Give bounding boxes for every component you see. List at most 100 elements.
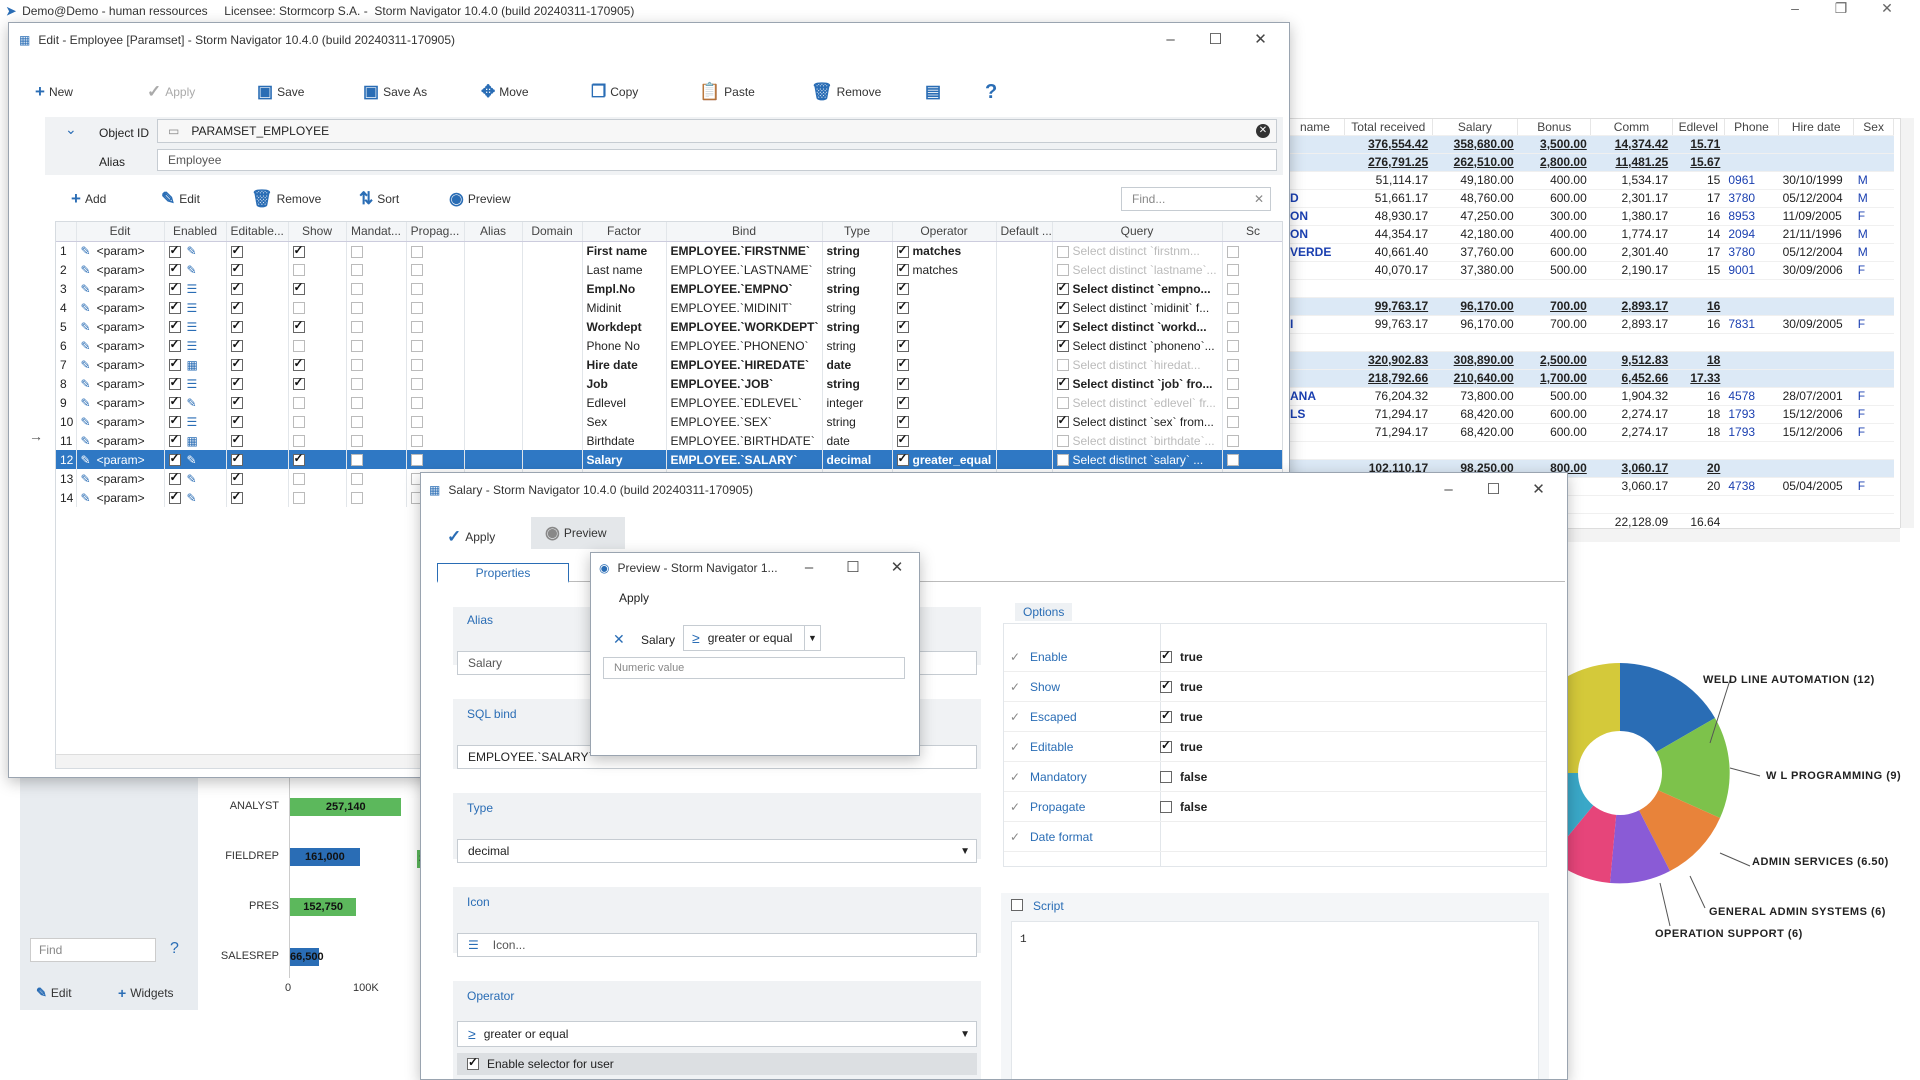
show-checkbox[interactable]	[292, 435, 305, 448]
export-button[interactable]: ▤	[925, 82, 945, 102]
table-row[interactable]: 99,763.17 96,170.00 700.00 2,893.17 16	[1286, 297, 1894, 316]
query-cell[interactable]: Select distinct `midinit` f...	[1052, 298, 1223, 317]
enabled-checkbox[interactable]	[168, 318, 181, 334]
type-cell[interactable]: decimal	[822, 450, 893, 469]
propagate-checkbox[interactable]	[410, 245, 423, 258]
domain-cell[interactable]	[522, 393, 583, 412]
show-checkbox[interactable]	[292, 397, 305, 410]
editable-checkbox[interactable]	[230, 470, 243, 486]
edit-cell[interactable]: ✎ <param>	[76, 241, 165, 260]
query-checkbox[interactable]	[1056, 318, 1069, 334]
editable-cell[interactable]	[226, 241, 289, 260]
type-cell[interactable]: string	[822, 412, 893, 431]
query-checkbox[interactable]	[1056, 299, 1069, 315]
propagate-checkbox[interactable]	[410, 435, 423, 448]
query-cell[interactable]: Select distinct `salary` ...	[1052, 450, 1223, 469]
editable-cell[interactable]	[226, 374, 289, 393]
alias-cell[interactable]	[464, 241, 523, 260]
domain-cell[interactable]	[522, 431, 583, 450]
option-checkbox[interactable]	[1160, 648, 1172, 663]
alias-cell[interactable]	[464, 355, 523, 374]
table-row[interactable]: 376,554.42 358,680.00 3,500.00 14,374.42 15.…	[1286, 135, 1894, 154]
table-row[interactable]: 10✎<param> ☰ SexEMPLOYEE.`SEX`string Select…	[56, 412, 1282, 431]
query-checkbox[interactable]	[1056, 454, 1069, 467]
maximize-icon[interactable]: ☐	[1193, 23, 1238, 57]
show-checkbox[interactable]	[292, 302, 305, 315]
show-cell[interactable]	[288, 469, 347, 488]
scope-checkbox[interactable]	[1226, 435, 1239, 448]
scope-checkbox[interactable]	[1226, 321, 1239, 334]
alias-cell[interactable]	[464, 298, 523, 317]
edit-cell[interactable]: ✎ <param>	[76, 298, 165, 317]
type-select[interactable]: decimal ▼	[457, 839, 977, 863]
bind-cell[interactable]: EMPLOYEE.`PHONENO`	[666, 336, 823, 355]
propagate-checkbox[interactable]	[410, 416, 423, 429]
editable-checkbox[interactable]	[230, 356, 243, 372]
help-icon[interactable]: ?	[170, 940, 179, 958]
propagate-checkbox[interactable]	[410, 302, 423, 315]
table-row[interactable]: 2✎<param>✎Last nameEMPLOYEE.`LASTNAME`st…	[56, 260, 1282, 279]
enabled-cell[interactable]: ▦	[164, 431, 227, 450]
bind-cell[interactable]: EMPLOYEE.`HIREDATE`	[666, 355, 823, 374]
table-row[interactable]: 5✎<param> ☰ WorkdeptEMPLOYEE.`WORKDEPT`str…	[56, 317, 1282, 336]
enabled-checkbox[interactable]	[168, 394, 181, 410]
mandatory-cell[interactable]	[346, 393, 407, 412]
default-cell[interactable]	[996, 431, 1053, 450]
alias-cell[interactable]	[464, 450, 523, 469]
query-cell[interactable]: Select distinct `firstnm...	[1052, 241, 1223, 260]
default-cell[interactable]	[996, 374, 1053, 393]
show-checkbox[interactable]	[292, 375, 305, 391]
tab-properties[interactable]: Properties	[437, 563, 569, 583]
edit-icon[interactable]: ✎	[81, 377, 91, 391]
edit-icon[interactable]: ✎	[81, 282, 91, 296]
table-column-header[interactable]: Phone	[1724, 119, 1780, 136]
default-cell[interactable]	[996, 241, 1053, 260]
default-cell[interactable]	[996, 336, 1053, 355]
edit-icon[interactable]: ✎	[81, 244, 91, 258]
enabled-checkbox[interactable]	[168, 451, 181, 467]
operator-checkbox[interactable]	[896, 299, 909, 315]
scope-cell[interactable]	[1222, 241, 1282, 260]
type-cell[interactable]: date	[822, 355, 893, 374]
type-cell[interactable]: string	[822, 374, 893, 393]
domain-cell[interactable]	[522, 412, 583, 431]
option-row[interactable]: ✓ Show true	[1004, 672, 1546, 702]
propagate-cell[interactable]	[406, 393, 465, 412]
show-checkbox[interactable]	[292, 492, 305, 505]
propagate-cell[interactable]	[406, 431, 465, 450]
table-row[interactable]	[1286, 279, 1894, 298]
enable-selector-row[interactable]: Enable selector for user	[457, 1053, 977, 1075]
clear-icon[interactable]: ✕	[1254, 192, 1264, 206]
table-row[interactable]: 1✎<param>✎First nameEMPLOYEE.`FIRSTNME`s…	[56, 241, 1282, 260]
script-editor[interactable]: 1	[1011, 921, 1539, 1079]
bind-cell[interactable]: EMPLOYEE.`SALARY`	[666, 450, 823, 469]
factor-cell[interactable]: Last name	[582, 260, 667, 279]
edit-icon[interactable]: ✎	[81, 491, 91, 505]
enabled-checkbox[interactable]	[168, 299, 181, 315]
table-scrollbar[interactable]	[1900, 118, 1914, 528]
edit-cell[interactable]: ✎ <param>	[76, 279, 165, 298]
alias-cell[interactable]	[464, 317, 523, 336]
edit-icon[interactable]: ✎	[81, 263, 91, 277]
table-row[interactable]: 276,791.25 262,510.00 2,800.00 11,481.25 15.…	[1286, 153, 1894, 172]
scope-cell[interactable]	[1222, 393, 1282, 412]
scope-checkbox[interactable]	[1226, 283, 1239, 296]
grid-column-header[interactable]: Mandat...	[346, 222, 407, 242]
propagate-checkbox[interactable]	[410, 397, 423, 410]
enabled-checkbox[interactable]	[168, 413, 181, 429]
edit-icon[interactable]: ✎	[81, 434, 91, 448]
query-checkbox[interactable]	[1056, 375, 1069, 391]
operator-cell[interactable]: matches	[892, 260, 997, 279]
operator-select[interactable]: ≥ greater or equal ▼	[457, 1021, 977, 1047]
close-icon[interactable]: ✕	[1238, 23, 1283, 57]
mandatory-cell[interactable]	[346, 469, 407, 488]
propagate-checkbox[interactable]	[410, 283, 423, 296]
mandatory-checkbox[interactable]	[350, 473, 363, 486]
default-cell[interactable]	[996, 279, 1053, 298]
bind-cell[interactable]: EMPLOYEE.`LASTNAME`	[666, 260, 823, 279]
mandatory-cell[interactable]	[346, 488, 407, 507]
grid-find-input[interactable]: Find... ✕	[1121, 187, 1271, 211]
default-cell[interactable]	[996, 450, 1053, 469]
scope-cell[interactable]	[1222, 317, 1282, 336]
icon-field[interactable]: ☰ Icon...	[457, 933, 977, 957]
